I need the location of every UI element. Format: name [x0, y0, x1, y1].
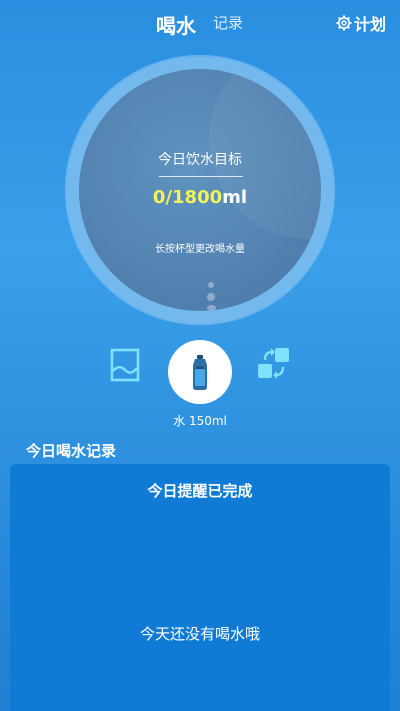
goal-progress: 0/1800ml — [79, 187, 321, 208]
swap-cup-button[interactable] — [256, 346, 292, 382]
goal-ring[interactable]: 今日饮水目标 0/1800ml 长按杯型更改喝水量 — [67, 57, 333, 323]
goal-title: 今日饮水目标 — [158, 152, 242, 168]
goal-current: 0 — [152, 187, 166, 208]
goal-divider — [159, 176, 243, 177]
bubble — [208, 282, 214, 288]
water-level-button[interactable] — [107, 347, 143, 383]
swap-icon — [258, 348, 289, 379]
cup-button[interactable] — [168, 340, 232, 404]
empty-records-text: 今天还没有喝水哦 — [139, 625, 260, 643]
plan-label: 计划 — [353, 15, 386, 34]
goal-circle: 今日饮水目标 0/1800ml 长按杯型更改喝水量 — [79, 69, 321, 311]
reminder-status: 今日提醒已完成 — [147, 482, 253, 500]
goal-unit: ml — [222, 187, 248, 208]
cup-size-label: 水 150ml — [173, 414, 227, 428]
water-bottle-icon — [193, 355, 207, 390]
bubble — [207, 293, 215, 301]
plan-button[interactable]: 计划 — [336, 11, 386, 35]
tab-drink-water[interactable]: 喝水 — [156, 10, 196, 39]
gear-icon — [336, 15, 352, 31]
water-level-icon — [110, 348, 140, 382]
tab-records[interactable]: 记录 — [213, 12, 243, 33]
goal-target: 1800 — [172, 187, 223, 208]
bubble — [207, 305, 216, 311]
top-bar: 喝水 记录 计划 — [0, 0, 400, 44]
goal-hint: 长按杯型更改喝水量 — [155, 244, 245, 255]
records-section-title: 今日喝水记录 — [26, 442, 117, 460]
records-panel: 今日提醒已完成 今天还没有喝水哦 — [10, 464, 390, 711]
